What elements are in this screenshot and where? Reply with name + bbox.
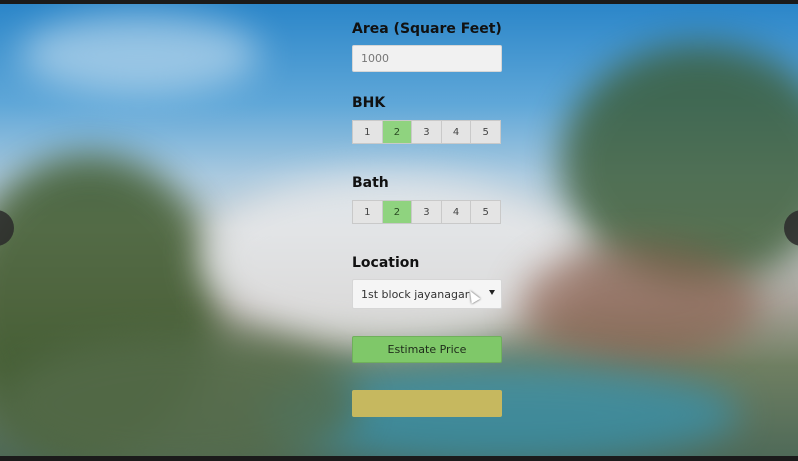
- estimate-price-button[interactable]: Estimate Price: [352, 336, 502, 363]
- bhk-option-4[interactable]: 4: [440, 120, 472, 144]
- area-input[interactable]: 1000: [352, 45, 502, 72]
- location-selected-value: 1st block jayanagar: [361, 288, 470, 301]
- bath-selector: 1 2 3 4 5: [352, 200, 501, 224]
- bhk-selector: 1 2 3 4 5: [352, 120, 501, 144]
- bhk-option-3[interactable]: 3: [411, 120, 442, 144]
- dropdown-arrow-icon: [489, 290, 495, 295]
- mouse-cursor-icon: [465, 288, 481, 304]
- bhk-option-1[interactable]: 1: [352, 120, 383, 144]
- bhk-label: BHK: [352, 95, 386, 111]
- bath-label: Bath: [352, 175, 389, 191]
- bath-option-4[interactable]: 4: [440, 200, 472, 224]
- bhk-option-5[interactable]: 5: [470, 120, 501, 144]
- location-select[interactable]: 1st block jayanagar: [352, 279, 502, 309]
- bath-option-3[interactable]: 3: [411, 200, 442, 224]
- bath-option-1[interactable]: 1: [352, 200, 383, 224]
- bath-option-5[interactable]: 5: [470, 200, 501, 224]
- estimated-price-result: [352, 390, 502, 417]
- area-label: Area (Square Feet): [352, 21, 502, 37]
- bath-option-2[interactable]: 2: [381, 200, 413, 224]
- location-label: Location: [352, 255, 420, 271]
- bhk-option-2[interactable]: 2: [381, 120, 413, 144]
